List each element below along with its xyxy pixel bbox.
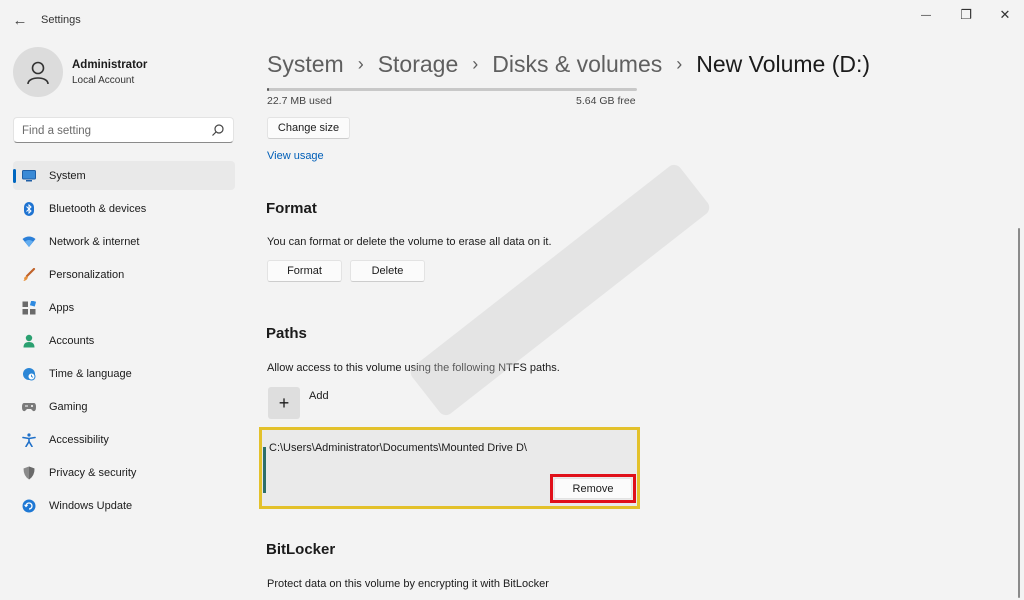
- gamepad-icon: [22, 400, 36, 414]
- bitlocker-description: Protect data on this volume by encryptin…: [267, 578, 549, 590]
- sidebar-item-label: Apps: [49, 302, 75, 314]
- add-path-label[interactable]: Add: [309, 390, 329, 402]
- user-profile[interactable]: Administrator Local Account: [13, 47, 243, 99]
- format-section-title: Format: [266, 200, 317, 217]
- sidebar-item-label: Accessibility: [49, 434, 109, 446]
- maximize-button[interactable]: ❐: [946, 2, 986, 28]
- page-title: New Volume (D:): [696, 50, 871, 77]
- storage-free-text: 5.64 GB free: [576, 95, 636, 107]
- minimize-button[interactable]: —: [906, 2, 946, 28]
- sidebar-item-bluetooth[interactable]: Bluetooth & devices: [13, 194, 235, 223]
- breadcrumb-storage[interactable]: Storage: [378, 51, 459, 78]
- plus-icon: +: [278, 393, 290, 413]
- monitor-icon: [22, 169, 36, 183]
- person-icon: [22, 334, 36, 348]
- view-usage-link[interactable]: View usage: [267, 150, 324, 162]
- sidebar-item-personalization[interactable]: Personalization: [13, 260, 235, 289]
- accessibility-icon: [22, 433, 36, 447]
- add-path-button[interactable]: +: [268, 387, 300, 419]
- format-button[interactable]: Format: [267, 260, 342, 282]
- update-icon: [22, 499, 36, 513]
- restore-icon: ❐: [960, 7, 972, 22]
- person-icon: [27, 61, 49, 85]
- chevron-right-icon: ›: [676, 53, 683, 74]
- minimize-icon: —: [921, 9, 931, 21]
- profile-account-type: Local Account: [72, 75, 135, 86]
- sidebar-item-network[interactable]: Network & internet: [13, 227, 235, 256]
- back-arrow-icon: ←: [12, 11, 28, 29]
- back-button[interactable]: ←: [8, 8, 32, 32]
- storage-usage-bar: [267, 88, 637, 91]
- globe-clock-icon: [22, 367, 36, 381]
- bitlocker-section-title: BitLocker: [266, 541, 336, 558]
- sidebar-item-label: Time & language: [49, 368, 132, 380]
- avatar: [13, 47, 63, 97]
- sidebar-item-label: System: [49, 170, 86, 182]
- search-box[interactable]: [13, 117, 234, 143]
- sidebar-item-label: Accounts: [49, 335, 95, 347]
- sidebar-item-windows-update[interactable]: Windows Update: [13, 491, 235, 520]
- breadcrumb: System › Storage › Disks & volumes › New…: [267, 49, 870, 79]
- remove-highlight-frame: Remove: [550, 474, 636, 503]
- close-icon: ✕: [999, 7, 1011, 22]
- sidebar-item-label: Bluetooth & devices: [49, 203, 147, 215]
- close-button[interactable]: ✕: [985, 2, 1024, 28]
- watermark-logo: [410, 164, 710, 416]
- delete-button[interactable]: Delete: [350, 260, 425, 282]
- wifi-icon: [22, 235, 36, 249]
- profile-name: Administrator: [72, 59, 148, 71]
- chevron-right-icon: ›: [472, 53, 479, 74]
- remove-button[interactable]: Remove: [554, 478, 632, 499]
- scrollbar[interactable]: [1018, 228, 1020, 598]
- selection-indicator: [263, 447, 266, 493]
- paths-section-title: Paths: [266, 325, 307, 342]
- paths-description: Allow access to this volume using the fo…: [267, 362, 560, 374]
- mounted-path-text: C:\Users\Administrator\Documents\Mounted…: [269, 442, 527, 454]
- sidebar-item-accounts[interactable]: Accounts: [13, 326, 235, 355]
- sidebar-item-privacy[interactable]: Privacy & security: [13, 458, 235, 487]
- brush-icon: [22, 268, 36, 282]
- storage-usage-fill: [267, 88, 270, 91]
- breadcrumb-disks-volumes[interactable]: Disks & volumes: [492, 51, 662, 78]
- sidebar-item-time-language[interactable]: Time & language: [13, 359, 235, 388]
- sidebar-nav: System Bluetooth & devices Network & int…: [13, 161, 235, 524]
- apps-icon: [22, 301, 36, 315]
- sidebar-item-system[interactable]: System: [13, 161, 235, 190]
- search-input[interactable]: [22, 122, 202, 139]
- bluetooth-icon: [22, 202, 36, 216]
- storage-used-text: 22.7 MB used: [267, 95, 332, 107]
- change-size-button[interactable]: Change size: [267, 117, 350, 139]
- title-bar: ← Settings — ❐ ✕: [0, 0, 1024, 40]
- sidebar-item-gaming[interactable]: Gaming: [13, 392, 235, 421]
- chevron-right-icon: ›: [357, 53, 364, 74]
- sidebar-item-label: Personalization: [49, 269, 125, 281]
- breadcrumb-system[interactable]: System: [267, 51, 344, 78]
- sidebar-item-label: Privacy & security: [49, 467, 137, 479]
- search-icon[interactable]: [211, 123, 225, 137]
- shield-icon: [22, 466, 36, 480]
- path-entry-card[interactable]: C:\Users\Administrator\Documents\Mounted…: [259, 427, 640, 509]
- sidebar-item-accessibility[interactable]: Accessibility: [13, 425, 235, 454]
- sidebar-item-apps[interactable]: Apps: [13, 293, 235, 322]
- format-description: You can format or delete the volume to e…: [267, 236, 552, 248]
- sidebar-item-label: Windows Update: [49, 500, 133, 512]
- sidebar-item-label: Gaming: [49, 401, 88, 413]
- app-title: Settings: [41, 14, 81, 26]
- sidebar-item-label: Network & internet: [49, 236, 140, 248]
